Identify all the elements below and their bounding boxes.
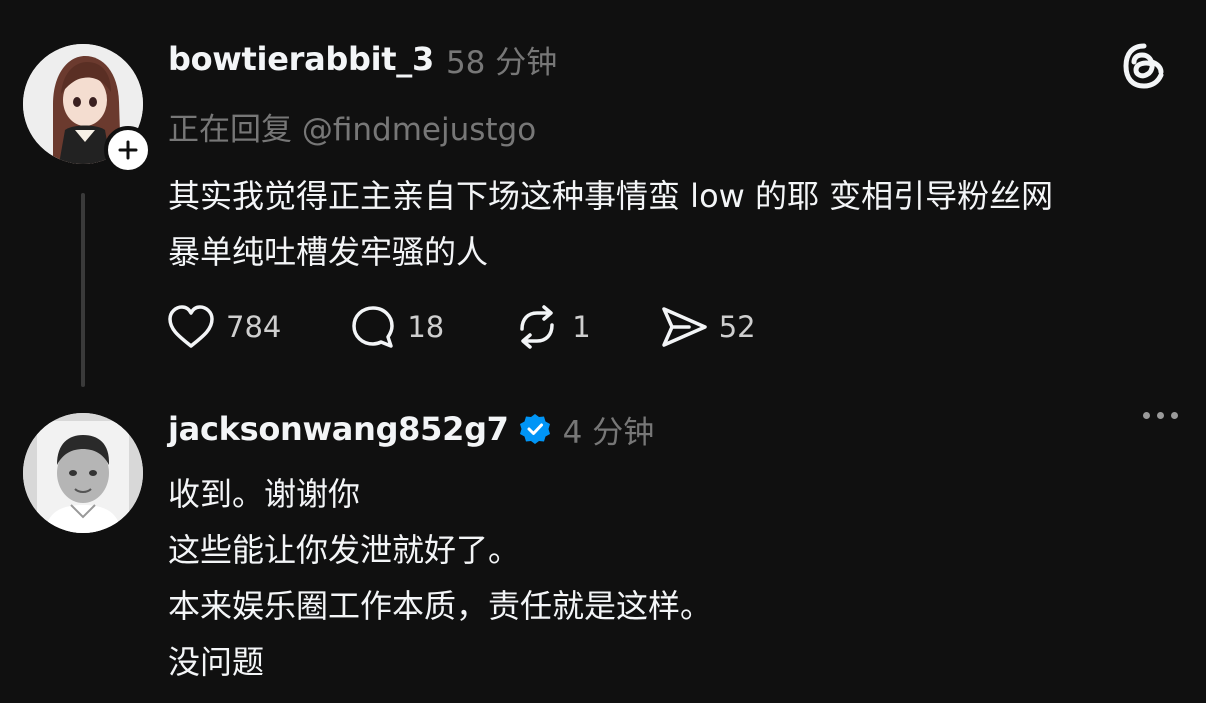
comment-count: 18 (407, 310, 445, 344)
share-count: 52 (718, 310, 756, 344)
avatar[interactable] (23, 413, 143, 533)
repost-arrows-icon (520, 305, 555, 349)
comment-button[interactable]: 18 (349, 303, 444, 351)
like-count: 784 (226, 310, 282, 344)
repost-count: 1 (572, 310, 591, 344)
post-body-line: 其实我觉得正主亲自下场这种事情蛮 low 的耶 变相引导粉丝网 (168, 177, 1054, 215)
comment-bubble-icon (352, 306, 395, 348)
post-body-line: 没问题 (168, 643, 265, 681)
username[interactable]: bowtierabbit_3 (168, 40, 434, 78)
share-button[interactable]: 52 (659, 304, 756, 350)
post-body-line: 这些能让你发泄就好了。 (168, 531, 521, 569)
thread-line (81, 193, 85, 387)
post-body-line: 本来娱乐圈工作本质，责任就是这样。 (168, 587, 713, 625)
more-dots-icon[interactable] (1143, 412, 1178, 419)
send-arrow-icon (661, 307, 707, 347)
timestamp: 58 分钟 (445, 44, 558, 81)
reply-to-label[interactable]: 正在回复 @findmejustgo (168, 104, 536, 149)
username[interactable]: jacksonwang852g7 (168, 410, 509, 448)
post-body-line: 收到。谢谢你 (168, 475, 361, 513)
post-header: jacksonwang852g7 4 分钟 (168, 408, 655, 451)
follow-button[interactable] (104, 126, 152, 174)
post-body-line: 暴单纯吐槽发牢骚的人 (168, 233, 489, 271)
heart-icon (168, 305, 214, 348)
timestamp: 4 分钟 (562, 414, 655, 451)
like-button[interactable]: 784 (166, 304, 281, 350)
action-bar: 784 18 1 52 (166, 302, 824, 352)
post-body: 其实我觉得正主亲自下场这种事情蛮 low 的耶 变相引导粉丝网 暴单纯吐槽发牢骚… (168, 168, 1053, 280)
threads-logo-icon[interactable] (1118, 40, 1170, 96)
post-header: bowtierabbit_3 58 分钟 (168, 38, 558, 81)
plus-icon (118, 140, 138, 160)
post-body: 收到。谢谢你 这些能让你发泄就好了。 本来娱乐圈工作本质，责任就是这样。 没问题 (168, 466, 712, 690)
verified-badge-icon (519, 413, 551, 445)
repost-button[interactable]: 1 (512, 303, 591, 351)
